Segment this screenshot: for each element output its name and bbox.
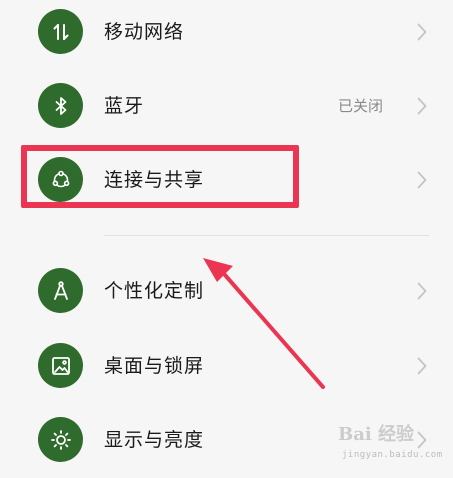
chevron-right-icon <box>417 282 427 300</box>
settings-item-mobile-network[interactable]: 移动网络 <box>0 0 453 69</box>
bluetooth-status: 已关闭 <box>337 97 383 115</box>
bluetooth-icon <box>38 83 83 128</box>
section-divider <box>104 235 429 236</box>
compass-drafting-icon <box>38 268 83 313</box>
settings-item-label: 个性化定制 <box>104 280 205 302</box>
arrows-up-down-icon <box>38 9 83 54</box>
settings-item-personalization[interactable]: 个性化定制 <box>0 254 453 328</box>
chevron-right-icon <box>417 357 427 375</box>
settings-item-label: 显示与亮度 <box>104 429 205 451</box>
chevron-right-icon <box>417 431 427 449</box>
chevron-right-icon <box>417 171 427 189</box>
sun-icon <box>38 417 83 462</box>
settings-item-display-brightness[interactable]: 显示与亮度 <box>0 403 453 477</box>
picture-icon <box>38 343 83 388</box>
highlight-annotation-box <box>21 145 299 208</box>
settings-item-label: 蓝牙 <box>104 95 145 117</box>
chevron-right-icon <box>417 97 427 115</box>
chevron-right-icon <box>417 23 427 41</box>
settings-item-desktop-lockscreen[interactable]: 桌面与锁屏 <box>0 329 453 403</box>
settings-screen: 移动网络 蓝牙 已关闭 连接与共享 个性化定制 桌面与锁屏 显示与亮度 Bai … <box>0 0 453 478</box>
settings-item-label: 移动网络 <box>104 21 185 43</box>
settings-item-bluetooth[interactable]: 蓝牙 已关闭 <box>0 69 453 143</box>
settings-item-label: 桌面与锁屏 <box>104 355 205 377</box>
